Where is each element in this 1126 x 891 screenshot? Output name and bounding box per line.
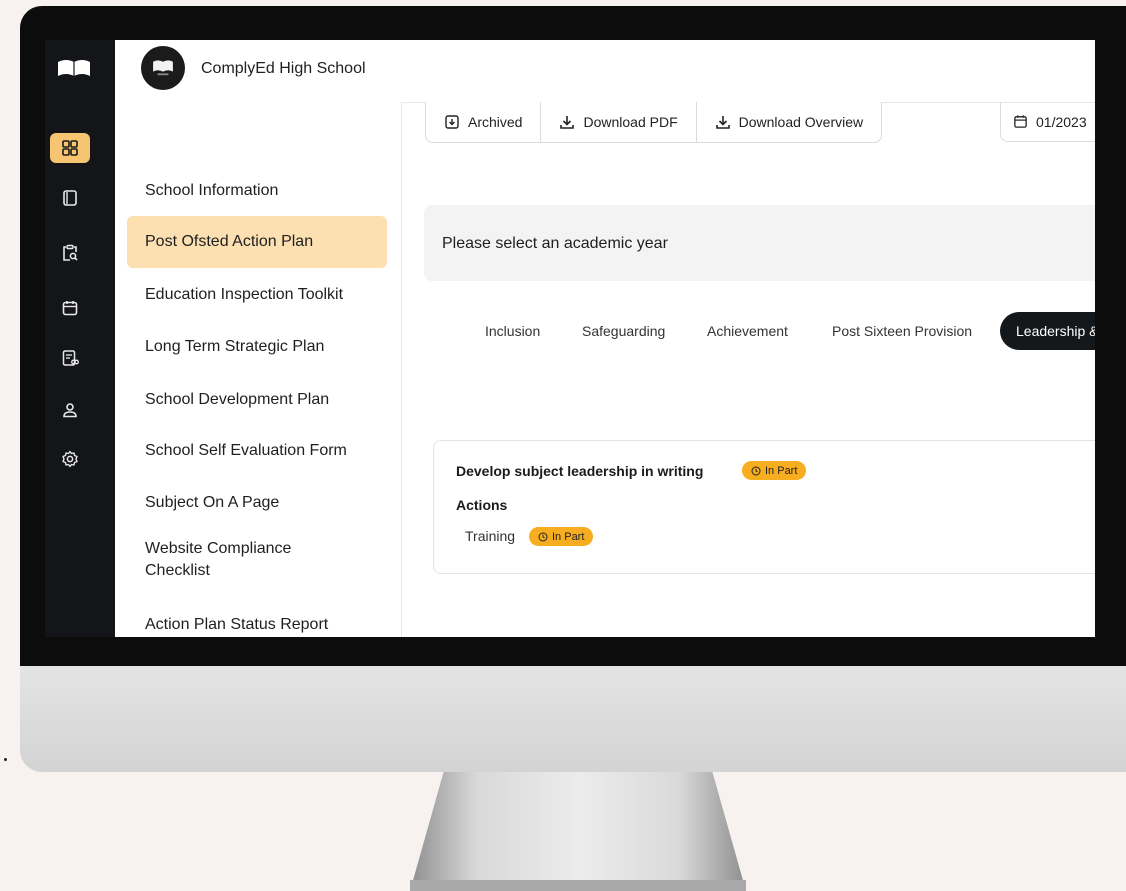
- actions-heading: Actions: [456, 497, 508, 513]
- sidebar-item-subject-on-a-page[interactable]: Subject On A Page: [127, 492, 387, 514]
- dashboard-icon[interactable]: [50, 133, 90, 163]
- clipboard-search-icon[interactable]: [50, 238, 90, 268]
- clock-icon: [538, 532, 548, 541]
- sidebar-item-school-information[interactable]: School Information: [127, 180, 387, 202]
- app-screen: ComplyEd High School School Information …: [45, 40, 1095, 637]
- archived-button[interactable]: Archived: [426, 102, 542, 142]
- inspection-date-value: 01/2023: [1036, 113, 1087, 130]
- download-icon: [715, 116, 730, 129]
- objective-title: Develop subject leadership in writing: [456, 463, 704, 479]
- academic-year-banner: Please select an academic year: [424, 205, 1095, 281]
- monitor-stand-base: [410, 880, 746, 891]
- sidebar-item-website-compliance-checklist[interactable]: Website Compliance Checklist: [127, 538, 327, 582]
- app-header: ComplyEd High School: [115, 40, 1095, 103]
- action-status-label: In Part: [552, 530, 585, 543]
- sidebar-item-action-plan-status-report[interactable]: Action Plan Status Report: [127, 614, 387, 636]
- decorative-dot: [4, 758, 7, 761]
- sidebar-item-post-ofsted-action-plan[interactable]: Post Ofsted Action Plan: [127, 216, 387, 268]
- sidebar-item-school-self-evaluation-form[interactable]: School Self Evaluation Form: [127, 440, 387, 462]
- monitor-chin: [20, 666, 1126, 772]
- archive-icon: [445, 115, 459, 129]
- school-name: ComplyEd High School: [201, 60, 366, 77]
- settings-icon[interactable]: [50, 444, 90, 474]
- monitor-stand: [410, 772, 746, 891]
- inspection-date-field[interactable]: 01/2023: [1000, 102, 1095, 142]
- school-logo-icon: [153, 60, 173, 76]
- icon-rail: [45, 40, 115, 637]
- tab-inclusion[interactable]: Inclusion: [485, 312, 540, 350]
- tab-leadership-governance[interactable]: Leadership & Gov: [1000, 312, 1095, 350]
- monitor-mockup: ComplyEd High School School Information …: [0, 0, 1126, 891]
- document-icon[interactable]: [50, 183, 90, 213]
- download-overview-button[interactable]: Download Overview: [697, 102, 882, 142]
- action-plan-card: Develop subject leadership in writing In…: [433, 440, 1095, 574]
- calendar-icon[interactable]: [50, 293, 90, 323]
- book-logo-icon[interactable]: [57, 58, 91, 78]
- archived-label: Archived: [468, 114, 523, 130]
- clock-icon: [751, 466, 761, 475]
- school-logo: [141, 46, 185, 90]
- action-status-badge: In Part: [529, 527, 594, 546]
- download-overview-label: Download Overview: [738, 114, 864, 130]
- academic-year-prompt: Please select an academic year: [442, 235, 668, 252]
- main-content: Archived Download PDF Download Overview …: [402, 102, 1095, 637]
- category-tabs: Inclusion Safeguarding Achievement Post …: [402, 312, 1095, 350]
- download-pdf-label: Download PDF: [583, 114, 678, 130]
- action-name: Training: [465, 528, 516, 544]
- user-icon[interactable]: [50, 395, 90, 425]
- toolbar: Archived Download PDF Download Overview: [425, 102, 883, 143]
- sidebar-item-school-development-plan[interactable]: School Development Plan: [127, 389, 387, 411]
- calendar-icon: [1014, 115, 1027, 128]
- tab-post-sixteen-provision[interactable]: Post Sixteen Provision: [832, 312, 972, 350]
- download-pdf-button[interactable]: Download PDF: [541, 102, 697, 142]
- report-icon[interactable]: [50, 343, 90, 373]
- side-navigation: School Information Post Ofsted Action Pl…: [115, 102, 402, 637]
- sidebar-item-education-inspection-toolkit[interactable]: Education Inspection Toolkit: [127, 284, 387, 306]
- status-badge: In Part: [742, 461, 807, 480]
- tab-safeguarding[interactable]: Safeguarding: [582, 312, 665, 350]
- download-icon: [560, 116, 575, 129]
- sidebar-item-long-term-strategic-plan[interactable]: Long Term Strategic Plan: [127, 336, 387, 358]
- status-badge-label: In Part: [765, 464, 798, 477]
- tab-achievement[interactable]: Achievement: [707, 312, 788, 350]
